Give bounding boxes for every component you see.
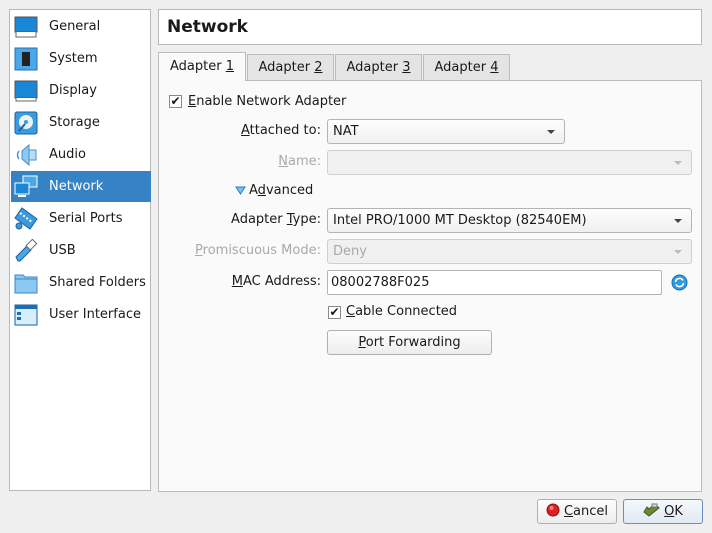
enable-adapter-label[interactable]: Enable Network Adapter [188,92,346,112]
sidebar-item-user-interface[interactable]: User Interface [11,299,151,330]
speaker-icon [16,143,37,166]
attached-to-select[interactable]: NAT [327,119,565,144]
usb-icon [15,238,38,261]
settings-category-list[interactable]: General System Display Storage Audio Net… [9,9,151,491]
general-icon [14,16,38,37]
name-label: Name: [278,154,321,169]
sidebar-item-label: Storage [49,115,100,130]
sidebar-item-system[interactable]: System [11,43,151,74]
sidebar-item-shared-folders[interactable]: Shared Folders [11,267,151,298]
mac-address-label: MAC Address: [231,274,321,289]
chip-icon [14,47,38,70]
tab-adapter-1[interactable]: Adapter 1 [158,52,246,81]
sidebar-item-general[interactable]: General [11,11,151,42]
sidebar-item-audio[interactable]: Audio [11,139,151,170]
chevron-down-icon [674,219,682,223]
sidebar-item-label: User Interface [49,307,141,322]
page-title: Network [158,9,702,45]
expand-arrow-icon [235,186,246,195]
sidebar-item-display[interactable]: Display [11,75,151,106]
sidebar-item-label: Shared Folders [49,275,146,290]
tab-adapter-2[interactable]: Adapter 2 [247,54,334,80]
sidebar-item-serial-ports[interactable]: Serial Ports [11,203,151,234]
sidebar-item-usb[interactable]: USB [11,235,151,266]
folder-icon [14,274,38,293]
enable-adapter-checkbox[interactable]: ✔ [169,95,182,108]
sidebar-item-label: Audio [49,147,86,162]
ok-icon [643,503,660,517]
sidebar-item-label: USB [49,243,76,258]
advanced-toggle[interactable]: Advanced [235,181,313,201]
adapter-type-select[interactable]: Intel PRO/1000 MT Desktop (82540EM) [327,208,692,233]
ok-button[interactable]: OK [623,499,703,524]
cable-connected-checkbox[interactable]: ✔ [328,306,341,319]
disk-icon [14,111,38,134]
monitor-icon [14,80,38,101]
chevron-down-icon [674,250,682,254]
cable-connected-label[interactable]: Cable Connected [346,302,457,322]
port-forwarding-button[interactable]: Port Forwarding [327,330,492,355]
tab-adapter-4[interactable]: Adapter 4 [423,54,510,80]
window-icon [14,304,38,325]
mac-address-input[interactable]: 08002788F025 [327,270,662,295]
network-icon [14,175,38,197]
name-select[interactable] [327,150,692,175]
cancel-button[interactable]: Cancel [537,499,617,524]
promiscuous-mode-select[interactable]: Deny [327,239,692,264]
refresh-mac-icon[interactable] [671,274,688,291]
sidebar-item-label: Network [49,179,104,194]
sidebar-item-label: System [49,51,98,66]
attached-to-label: Attached to: [240,123,321,138]
cancel-icon [546,503,560,517]
chevron-down-icon [547,130,555,134]
serial-port-icon [14,206,38,230]
adapter-type-label: Adapter Type: [231,212,321,227]
sidebar-item-label: Display [49,83,97,98]
sidebar-item-label: Serial Ports [49,211,123,226]
chevron-down-icon [674,161,682,165]
tab-adapter-3[interactable]: Adapter 3 [335,54,422,80]
promiscuous-mode-label: Promiscuous Mode: [195,243,321,258]
sidebar-item-label: General [49,19,101,34]
sidebar-item-storage[interactable]: Storage [11,107,151,138]
sidebar-item-network[interactable]: Network [11,171,151,202]
